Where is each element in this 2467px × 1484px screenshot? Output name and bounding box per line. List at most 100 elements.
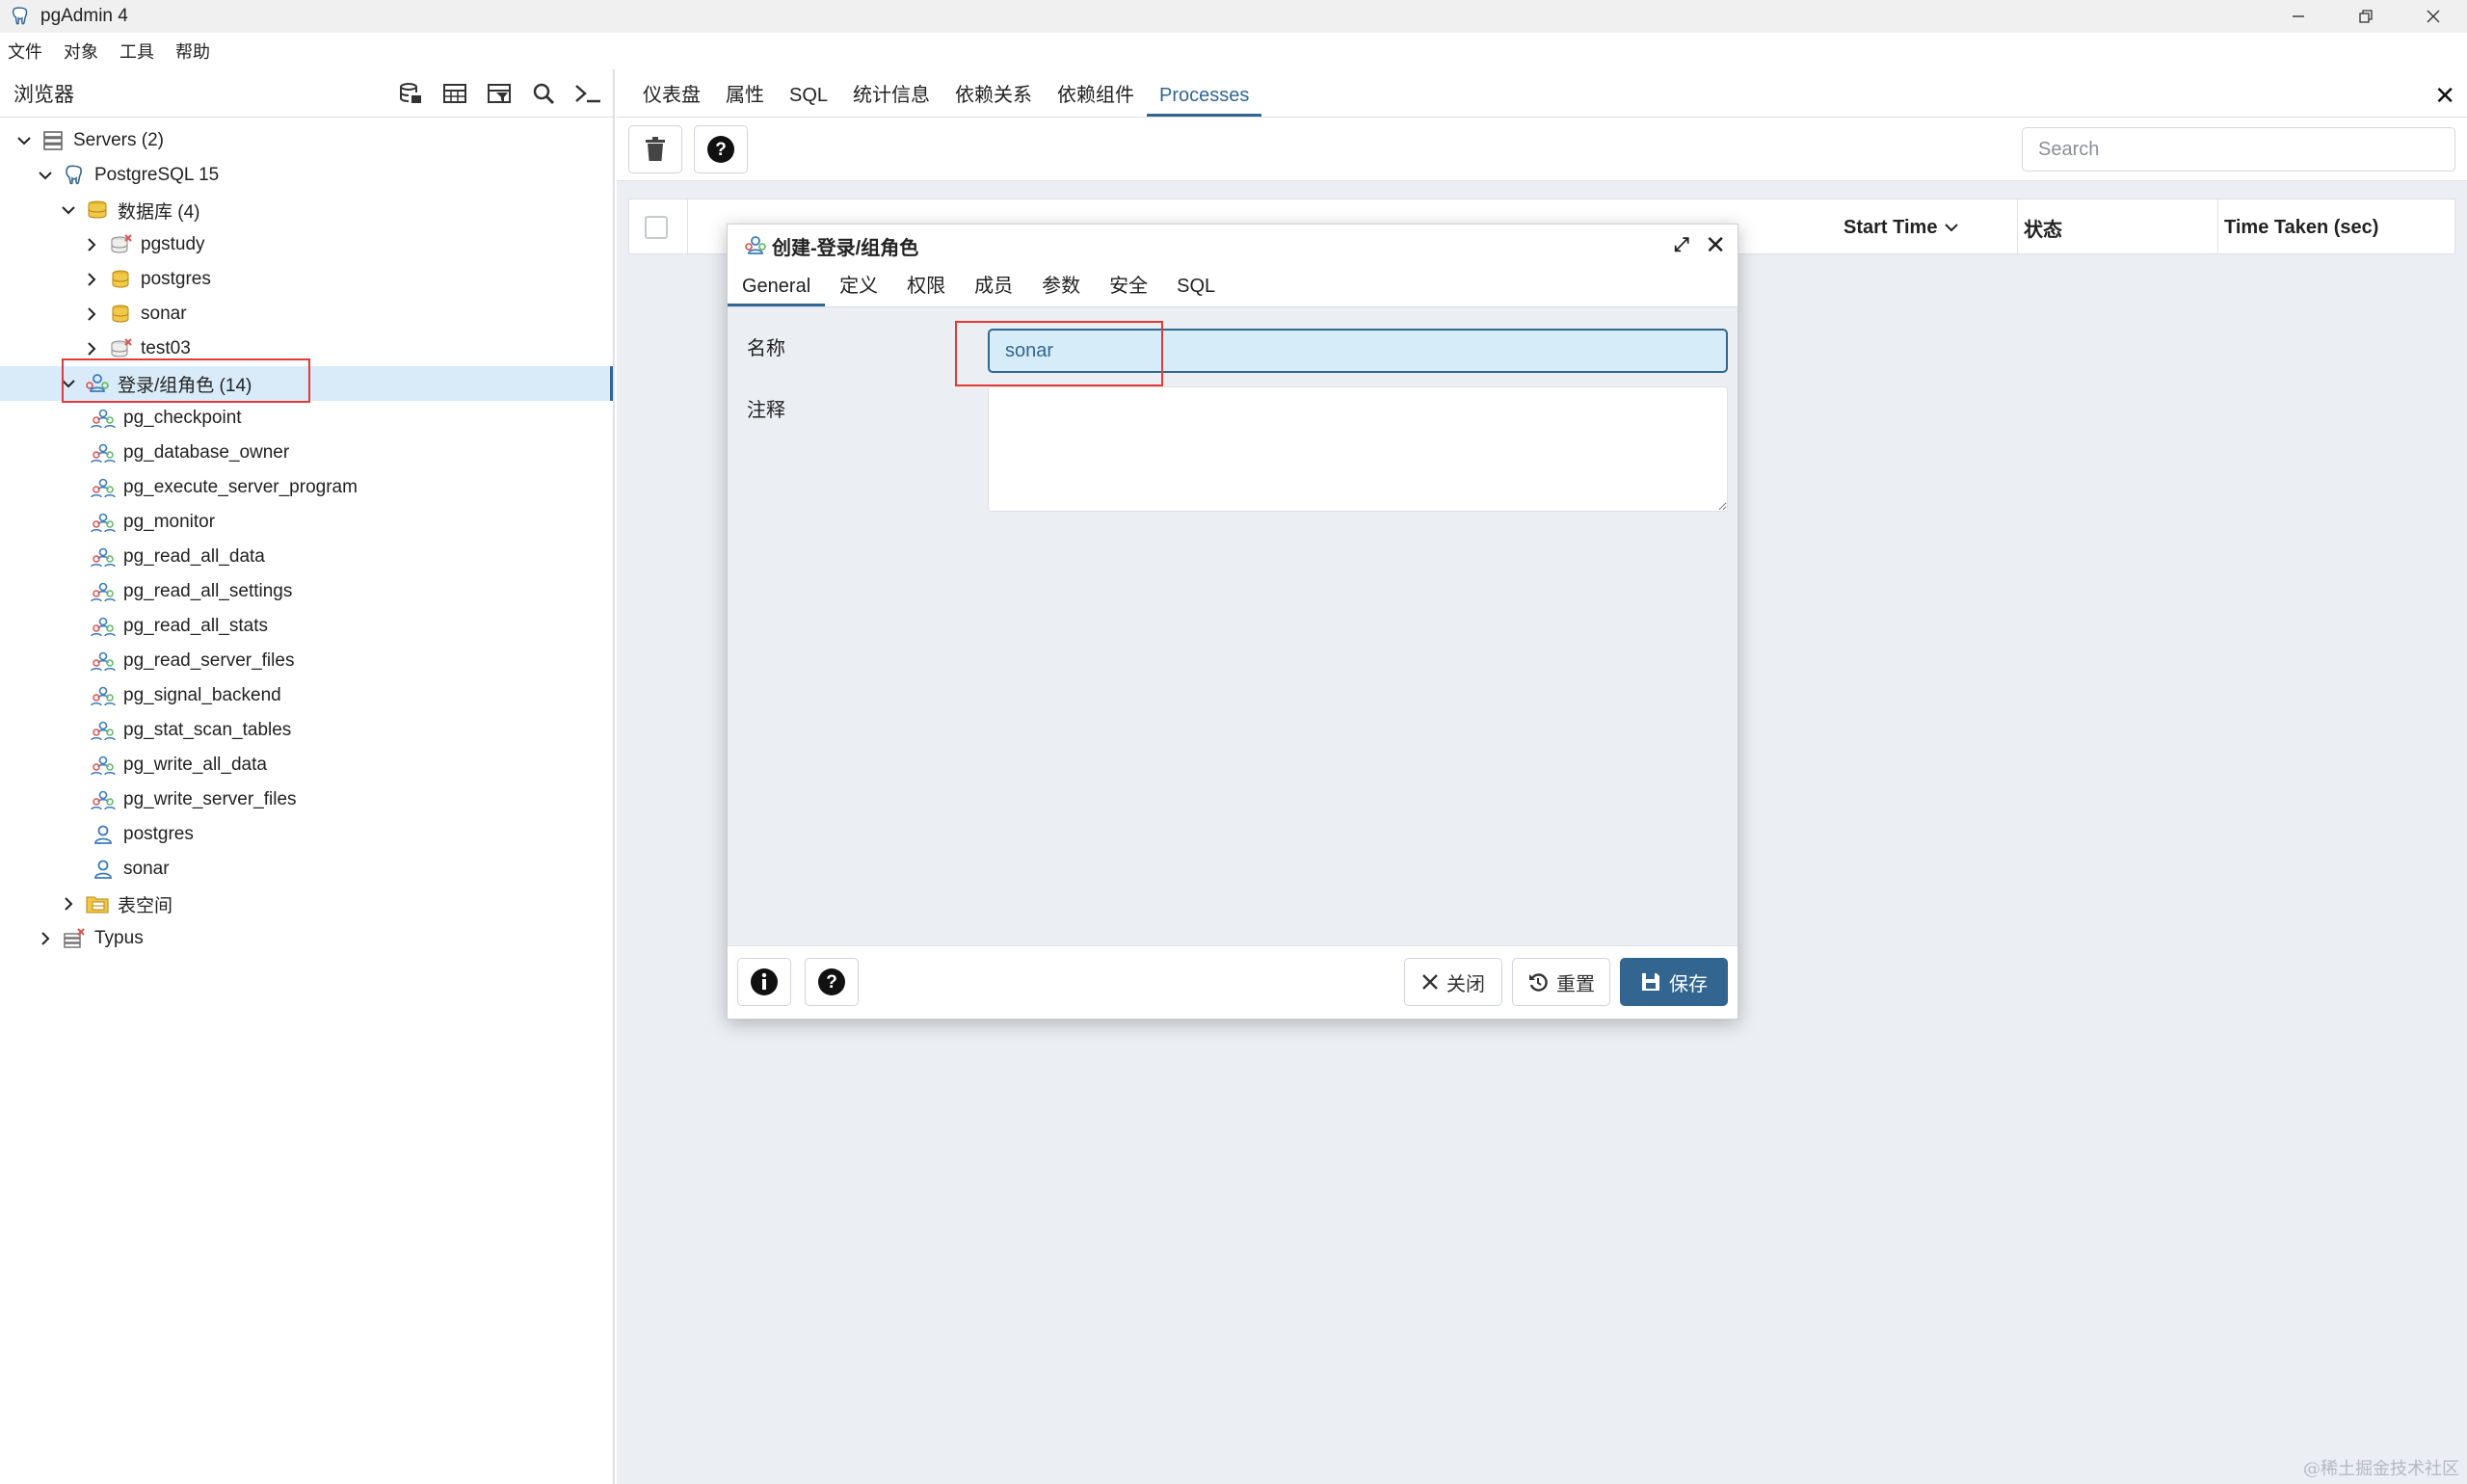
save-icon	[1642, 973, 1659, 991]
question-circle-icon: ?	[707, 136, 734, 163]
tree-item[interactable]: 数据库 (4)	[0, 193, 613, 227]
chevron-right-icon[interactable]	[35, 928, 56, 949]
maximize-dialog-icon[interactable]: ⤢	[1674, 234, 1689, 256]
tab-sql[interactable]: SQL	[777, 85, 840, 117]
chevron-down-icon[interactable]	[35, 165, 56, 186]
undo-icon	[1529, 973, 1548, 992]
tree-item-label: pg_monitor	[123, 512, 216, 532]
tree-item[interactable]: pg_stat_scan_tables	[0, 713, 613, 748]
dialog-tab-general[interactable]: General	[728, 276, 826, 306]
tree-item[interactable]: Servers (2)	[0, 123, 613, 158]
dialog-title-bar[interactable]: 创建-登录/组角色 ⤢ ✕	[728, 225, 1738, 267]
search-input[interactable]	[2022, 127, 2455, 172]
dialog-tab-definition[interactable]: 定义	[825, 270, 892, 306]
dialog-tab-security[interactable]: 安全	[1095, 270, 1162, 306]
tab-dependents[interactable]: 依赖组件	[1045, 79, 1147, 117]
watermark: @稀土掘金技术社区	[2303, 1459, 2459, 1479]
column-state[interactable]: 状态	[2017, 199, 2217, 255]
tree-item[interactable]: pg_read_all_data	[0, 540, 613, 574]
dialog-help-button[interactable]: ?	[805, 958, 859, 1006]
chevron-down-icon[interactable]	[13, 130, 35, 151]
menu-tools[interactable]: 工具	[119, 39, 154, 64]
database-icon	[108, 304, 133, 325]
tree-item[interactable]: pg_read_all_settings	[0, 574, 613, 609]
tree-item[interactable]: sonar	[0, 297, 613, 331]
dialog-tab-sql[interactable]: SQL	[1162, 276, 1230, 306]
query-tool-database-button[interactable]	[391, 75, 430, 112]
database-disconnected-icon	[108, 234, 133, 255]
tree-item-label: pg_read_all_settings	[123, 581, 293, 601]
tree-item[interactable]: Typus	[0, 921, 613, 956]
delete-process-button[interactable]	[628, 125, 682, 173]
name-label: 名称	[747, 338, 785, 359]
tree-item[interactable]: pg_write_server_files	[0, 782, 613, 817]
tree-item[interactable]: PostgreSQL 15	[0, 158, 613, 193]
close-dialog-icon[interactable]: ✕	[1705, 230, 1726, 260]
tree-item[interactable]: pg_signal_backend	[0, 678, 613, 713]
tree-item-label: Typus	[94, 928, 144, 948]
close-tab-panel-icon[interactable]: ✕	[2434, 81, 2455, 111]
tree-item[interactable]: pg_execute_server_program	[0, 470, 613, 505]
tree-item[interactable]: pgstudy	[0, 227, 613, 262]
filtered-rows-button[interactable]	[480, 75, 518, 112]
chevron-right-icon[interactable]	[81, 304, 102, 325]
close-button[interactable]: 关闭	[1404, 958, 1502, 1006]
menu-file[interactable]: 文件	[8, 39, 42, 64]
restore-button[interactable]	[2332, 0, 2400, 33]
tree-item[interactable]: pg_monitor	[0, 505, 613, 540]
tree-item[interactable]: postgres	[0, 262, 613, 297]
menu-object[interactable]: 对象	[64, 39, 98, 64]
close-window-button[interactable]	[2400, 0, 2467, 33]
tab-processes[interactable]: Processes	[1147, 85, 1262, 117]
tree-item[interactable]: 表空间	[0, 887, 613, 921]
chevron-right-icon[interactable]	[81, 234, 102, 255]
help-button[interactable]: ?	[694, 125, 748, 173]
menu-help[interactable]: 帮助	[175, 39, 210, 64]
psql-tool-button[interactable]	[569, 75, 607, 112]
column-start-time[interactable]: Start Time	[1838, 199, 2021, 255]
chevron-right-icon[interactable]	[81, 269, 102, 290]
column-time-taken[interactable]: Time Taken (sec)	[2217, 199, 2456, 255]
tree-item-label: PostgreSQL 15	[94, 165, 220, 185]
browser-header: 浏览器	[0, 69, 613, 118]
tab-dependencies[interactable]: 依赖关系	[942, 79, 1045, 117]
comment-textarea[interactable]	[988, 386, 1728, 512]
postgres-elephant-icon	[62, 165, 87, 186]
tree-item[interactable]: pg_checkpoint	[0, 401, 613, 436]
tree-item[interactable]: pg_write_all_data	[0, 748, 613, 782]
tree-item-label: pg_database_owner	[123, 442, 290, 463]
menu-bar: 文件 对象 工具 帮助	[0, 33, 2467, 69]
tree-item[interactable]: pg_read_server_files	[0, 644, 613, 678]
tree-item[interactable]: sonar	[0, 852, 613, 887]
tree-item-label: pg_write_all_data	[123, 755, 267, 775]
chevron-right-icon[interactable]	[58, 893, 79, 914]
name-input[interactable]	[988, 329, 1728, 373]
tree-item-label: pg_stat_scan_tables	[123, 720, 292, 740]
role-icon	[745, 236, 766, 254]
tree-item[interactable]: pg_database_owner	[0, 436, 613, 470]
reset-button-label: 重置	[1556, 973, 1595, 995]
minimize-button[interactable]	[2265, 0, 2332, 33]
reset-button[interactable]: 重置	[1512, 958, 1610, 1006]
view-data-button[interactable]	[436, 75, 474, 112]
search-objects-button[interactable]	[524, 75, 563, 112]
table-icon	[443, 84, 466, 103]
tree-item-label: pg_checkpoint	[123, 408, 242, 428]
chevron-down-icon[interactable]	[58, 373, 79, 394]
info-button[interactable]	[737, 958, 791, 1006]
tab-properties[interactable]: 属性	[713, 79, 777, 117]
tab-statistics[interactable]: 统计信息	[840, 79, 942, 117]
save-button[interactable]: 保存	[1620, 958, 1728, 1006]
select-all-checkbox[interactable]	[645, 216, 668, 239]
tree-item[interactable]: postgres	[0, 817, 613, 852]
tree-item[interactable]: test03	[0, 331, 613, 366]
chevron-down-icon[interactable]	[58, 199, 79, 221]
tree-item[interactable]: pg_read_all_stats	[0, 609, 613, 644]
tab-dashboard[interactable]: 仪表盘	[630, 79, 713, 117]
tree-item[interactable]: 登录/组角色 (14)	[0, 366, 613, 401]
dialog-tab-privileges[interactable]: 权限	[892, 270, 960, 306]
tree-item-label: 表空间	[118, 895, 173, 916]
dialog-tab-parameters[interactable]: 参数	[1027, 270, 1095, 306]
dialog-tab-membership[interactable]: 成员	[960, 270, 1027, 306]
chevron-right-icon[interactable]	[81, 338, 102, 359]
